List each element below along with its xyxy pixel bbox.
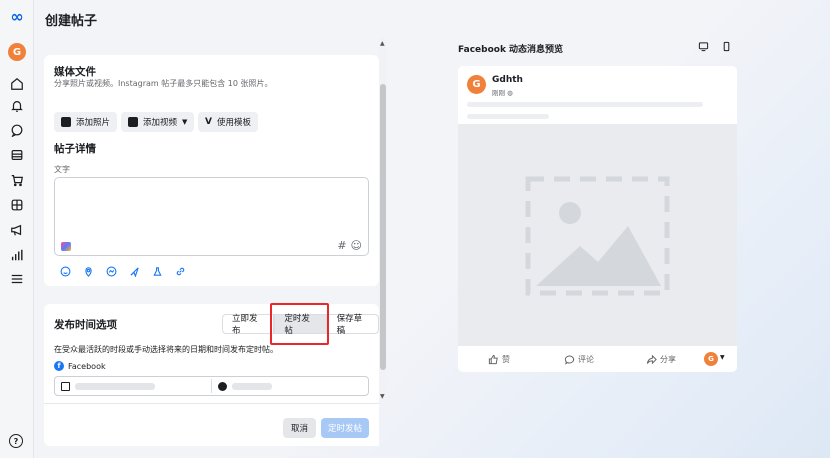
- page-avatar: G: [467, 75, 486, 94]
- submit-schedule-button[interactable]: 定时发帖: [321, 418, 369, 438]
- messenger-icon[interactable]: [105, 265, 118, 278]
- schedule-post-button[interactable]: 定时发帖: [274, 314, 327, 336]
- photo-icon: [61, 117, 71, 127]
- image-placeholder-icon: [525, 176, 670, 296]
- schedule-description: 在受众最活跃的时段或手动选择将来的日期和时间发布定时帖。: [54, 345, 278, 354]
- like-label: 赞: [502, 355, 510, 364]
- media-title: 媒体文件: [54, 66, 96, 78]
- comment-button[interactable]: 评论: [564, 354, 594, 365]
- link-icon[interactable]: [174, 265, 187, 278]
- location-icon[interactable]: [82, 265, 95, 278]
- meta-logo-icon[interactable]: ∞: [5, 9, 29, 25]
- lab-icon[interactable]: [151, 265, 164, 278]
- scroll-up-icon[interactable]: ▲: [380, 40, 385, 47]
- account-avatar[interactable]: G: [8, 43, 26, 61]
- page-title: 创建帖子: [45, 14, 98, 29]
- comment-label: 评论: [578, 355, 594, 364]
- pages-icon[interactable]: [9, 147, 25, 163]
- form-footer: 取消 定时发帖: [44, 403, 379, 446]
- feeling-icon[interactable]: [59, 265, 72, 278]
- clock-icon: [218, 382, 227, 391]
- use-template-button[interactable]: V 使用模板: [198, 112, 258, 132]
- add-video-button[interactable]: 添加视频 ▼: [121, 112, 195, 132]
- cancel-button[interactable]: 取消: [283, 418, 317, 438]
- chevron-down-icon: ▼: [182, 118, 188, 126]
- datetime-picker[interactable]: [54, 376, 369, 396]
- schedule-title: 发布时间选项: [54, 319, 117, 331]
- schedule-card: 发布时间选项 立即发布 定时发帖 保存草稿 在受众最活跃的时段或手动选择将来的日…: [44, 304, 379, 403]
- calendar-icon: [61, 382, 70, 391]
- platform-row: f Facebook: [54, 361, 106, 371]
- text-label: 文字: [54, 165, 70, 174]
- post-preview-card: G Gdhth 刚刚 ◍ 赞 评论 分享 G ▼: [458, 66, 737, 372]
- form-scrollbar[interactable]: ▲ ▼: [379, 38, 387, 403]
- time-field[interactable]: [232, 383, 272, 390]
- hashtag-icon[interactable]: #: [337, 239, 346, 252]
- media-subtitle: 分享照片或视频。Instagram 帖子最多只能包含 10 张照片。: [54, 79, 273, 88]
- share-button[interactable]: 分享: [646, 354, 676, 365]
- chat-icon[interactable]: [9, 122, 25, 138]
- like-button[interactable]: 赞: [488, 354, 510, 365]
- add-photo-label: 添加照片: [76, 118, 111, 128]
- bell-icon[interactable]: [9, 98, 25, 114]
- audience-avatar[interactable]: G: [704, 352, 718, 366]
- mobile-icon[interactable]: [720, 40, 733, 53]
- globe-icon: ◍: [507, 89, 513, 97]
- preview-device-toggle: [697, 40, 733, 53]
- publish-now-button[interactable]: 立即发布: [222, 314, 275, 336]
- share-label: 分享: [660, 355, 676, 364]
- platform-label: Facebook: [68, 361, 106, 371]
- boost-icon[interactable]: [128, 265, 141, 278]
- desktop-icon[interactable]: [697, 40, 710, 53]
- help-icon[interactable]: ?: [9, 434, 23, 448]
- post-time: 刚刚 ◍: [492, 87, 513, 97]
- cart-icon[interactable]: [9, 172, 25, 188]
- emoji-icon[interactable]: ☺: [351, 239, 362, 252]
- preview-title: Facebook 动态消息预览: [458, 45, 564, 55]
- text-tools: # ☺: [337, 239, 362, 252]
- menu-icon[interactable]: [9, 271, 25, 287]
- ai-assist-icon[interactable]: [61, 242, 71, 251]
- details-title: 帖子详情: [54, 143, 96, 155]
- use-template-label: 使用模板: [216, 118, 251, 128]
- home-icon[interactable]: [9, 76, 25, 92]
- chevron-down-icon[interactable]: ▼: [720, 354, 725, 361]
- insights-icon[interactable]: [9, 247, 25, 263]
- save-draft-button[interactable]: 保存草稿: [326, 314, 379, 336]
- video-icon: [128, 117, 138, 127]
- scrollbar-thumb[interactable]: [380, 84, 386, 370]
- add-video-label: 添加视频: [143, 118, 178, 128]
- grid-icon[interactable]: [9, 197, 25, 213]
- text-placeholder-line: [467, 102, 703, 107]
- publish-option-group: 立即发布 定时发帖 保存草稿: [222, 314, 379, 336]
- megaphone-icon[interactable]: [9, 222, 25, 238]
- page-name: Gdhth: [492, 75, 523, 85]
- image-placeholder: [458, 124, 737, 346]
- post-text-input[interactable]: # ☺: [54, 177, 369, 256]
- left-nav-rail: ∞ G ?: [0, 0, 34, 458]
- template-icon: V: [205, 117, 212, 127]
- post-details-card: 帖子详情 文字 # ☺: [44, 134, 379, 286]
- add-photo-button[interactable]: 添加照片: [54, 112, 118, 132]
- post-time-label: 刚刚: [492, 89, 505, 97]
- date-field[interactable]: [75, 383, 155, 390]
- post-actions: 赞 评论 分享 G ▼: [458, 346, 737, 372]
- post-tool-row: [59, 265, 187, 278]
- create-post-panel: 媒体文件 分享照片或视频。Instagram 帖子最多只能包含 10 张照片。 …: [44, 38, 387, 446]
- text-placeholder-line: [467, 114, 549, 119]
- scroll-down-icon[interactable]: ▼: [380, 393, 385, 400]
- facebook-icon: f: [54, 361, 64, 371]
- datetime-divider: [211, 379, 212, 393]
- form-scroll-area[interactable]: 媒体文件 分享照片或视频。Instagram 帖子最多只能包含 10 张照片。 …: [44, 38, 379, 403]
